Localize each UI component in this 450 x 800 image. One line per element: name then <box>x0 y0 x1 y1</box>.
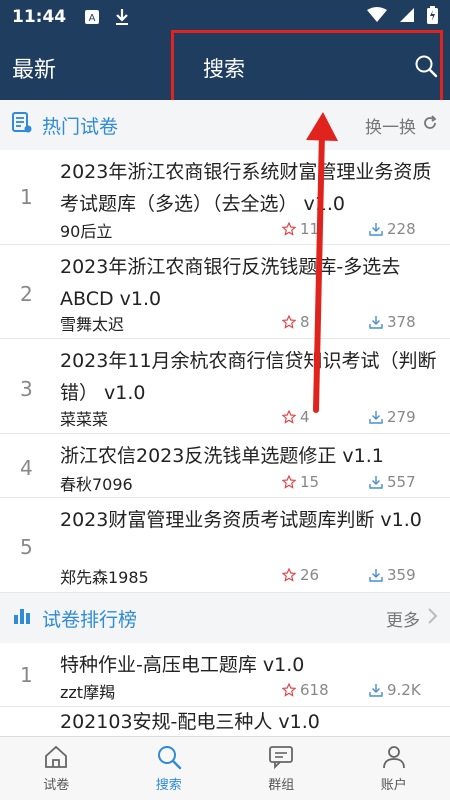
item-index: 4 <box>20 456 33 480</box>
tab-account[interactable]: 账户 <box>338 737 450 800</box>
star-icon <box>282 475 296 489</box>
item-author: 菜菜菜 <box>60 410 109 429</box>
chat-icon <box>269 746 294 770</box>
ranking-item-2[interactable]: 202103安规-配电三种人 v1.0 <box>0 707 450 736</box>
item-title: 2023年浙江农商银行反洗钱题库-多选去ABCD v1.0 <box>60 256 401 310</box>
bottom-tab-bar: 试卷 搜索 群组 账户 <box>0 736 450 800</box>
tab-groups[interactable]: 群组 <box>225 737 338 800</box>
item-downloads: 378 <box>369 313 416 331</box>
item-downloads: 557 <box>369 473 416 491</box>
search-icon[interactable] <box>414 54 438 82</box>
cellular-signal-icon <box>399 7 415 28</box>
hot-item-5[interactable]: 5 2023财富管理业务资质考试题库判断 v1.0 郑先森1985 26 359 <box>0 498 450 593</box>
hot-item-1[interactable]: 1 2023年浙江农商银行系统财富管理业务资质考试题库（多选）（去全选） v1.… <box>0 150 450 245</box>
item-stars: 618 <box>282 681 329 699</box>
item-downloads: 9.2K <box>369 681 421 699</box>
download-icon <box>369 569 383 582</box>
ranking-item-1[interactable]: 1 特种作业-高压电工题库 v1.0 zzt摩羯 618 9.2K <box>0 643 450 707</box>
item-downloads: 279 <box>369 408 416 426</box>
status-bar: 11:44 A <box>0 0 450 34</box>
star-icon <box>282 568 296 582</box>
tab-search[interactable]: 搜索 <box>113 737 226 800</box>
download-icon <box>369 684 383 697</box>
item-stars: 15 <box>282 473 319 491</box>
download-icon <box>369 411 383 424</box>
item-stars: 11 <box>282 220 319 238</box>
more-button[interactable]: 更多 <box>386 606 438 631</box>
item-index: 2 <box>20 282 33 306</box>
item-index: 5 <box>20 535 33 559</box>
hot-item-2[interactable]: 2 2023年浙江农商银行反洗钱题库-多选去ABCD v1.0 雪舞太迟 8 3… <box>0 245 450 339</box>
document-icon <box>12 112 32 138</box>
ranking-section-header: 试卷排行榜 更多 <box>0 593 450 643</box>
bar-chart-icon <box>12 606 32 630</box>
item-author: zzt摩羯 <box>60 683 116 702</box>
person-icon <box>382 746 405 769</box>
latest-tab[interactable]: 最新 <box>12 52 56 84</box>
item-index: 3 <box>20 377 33 401</box>
item-author: 春秋7096 <box>60 475 133 494</box>
item-author: 90后立 <box>60 222 113 241</box>
search-bar[interactable]: 搜索 <box>203 53 245 83</box>
item-title: 特种作业-高压电工题库 v1.0 <box>60 654 305 676</box>
svg-text:A: A <box>89 13 96 24</box>
star-icon <box>282 222 296 236</box>
hot-section-header: 热门试卷 换一换 <box>0 100 450 150</box>
status-time: 11:44 <box>12 7 67 27</box>
hot-item-3[interactable]: 3 2023年11月余杭农商行信贷知识考试（判断错） v1.0 菜菜菜 4 27… <box>0 339 450 434</box>
download-icon <box>369 223 383 236</box>
item-author: 雪舞太迟 <box>60 315 125 334</box>
download-icon <box>369 316 383 329</box>
item-title: 202103安规-配电三种人 v1.0 <box>60 711 320 733</box>
item-title: 2023年11月余杭农商行信贷知识考试（判断错） v1.0 <box>60 350 437 404</box>
item-author: 郑先森1985 <box>60 568 149 587</box>
house-icon <box>45 745 68 768</box>
battery-icon <box>427 5 438 29</box>
item-title: 2023年浙江农商银行系统财富管理业务资质考试题库（多选）（去全选） v1.0 <box>60 161 432 215</box>
wifi-icon <box>367 6 387 28</box>
star-icon <box>282 683 296 697</box>
item-stars: 26 <box>282 566 319 584</box>
item-index: 1 <box>20 663 33 687</box>
refresh-button[interactable]: 换一换 <box>365 113 438 138</box>
item-downloads: 228 <box>369 220 416 238</box>
app-notification-icon: A <box>84 9 100 25</box>
hot-item-4[interactable]: 4 浙江农信2023反洗钱单选题修正 v1.1 春秋7096 15 557 <box>0 434 450 498</box>
refresh-icon <box>422 114 438 136</box>
search-icon <box>157 746 181 770</box>
app-header: 最新 搜索 <box>0 34 450 100</box>
item-index: 1 <box>20 185 33 209</box>
item-title: 2023财富管理业务资质考试题库判断 v1.0 <box>60 509 422 531</box>
item-stars: 8 <box>282 313 310 331</box>
chevron-right-icon <box>426 607 438 630</box>
more-label: 更多 <box>386 610 420 631</box>
ranking-section-title: 试卷排行榜 <box>42 608 138 631</box>
item-title: 浙江农信2023反洗钱单选题修正 v1.1 <box>60 445 384 467</box>
tab-papers[interactable]: 试卷 <box>0 737 113 800</box>
star-icon <box>282 315 296 329</box>
refresh-label: 换一换 <box>365 117 416 138</box>
item-downloads: 359 <box>369 566 416 584</box>
download-notification-icon <box>114 8 130 26</box>
star-icon <box>282 410 296 424</box>
hot-section-title: 热门试卷 <box>42 115 119 138</box>
download-icon <box>369 476 383 489</box>
item-stars: 4 <box>282 408 310 426</box>
